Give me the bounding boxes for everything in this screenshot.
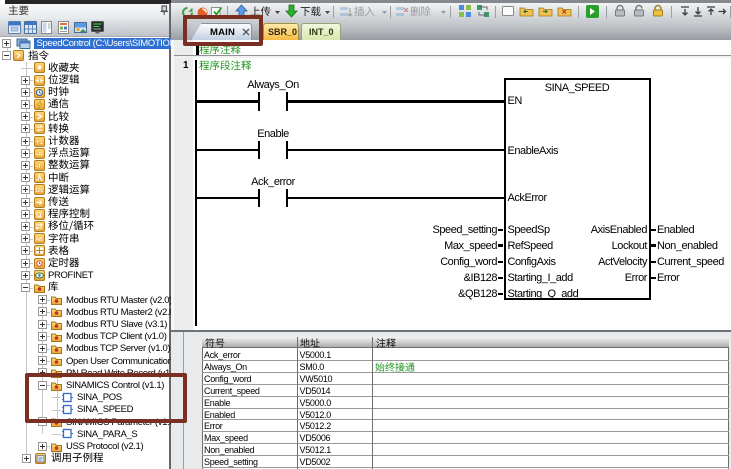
svg-text:AB: AB: [36, 237, 44, 243]
svg-text:101: 101: [35, 188, 44, 194]
svg-text:+1: +1: [36, 140, 44, 146]
svg-text:+I: +I: [36, 164, 41, 170]
svg-text:+R: +R: [36, 152, 43, 158]
